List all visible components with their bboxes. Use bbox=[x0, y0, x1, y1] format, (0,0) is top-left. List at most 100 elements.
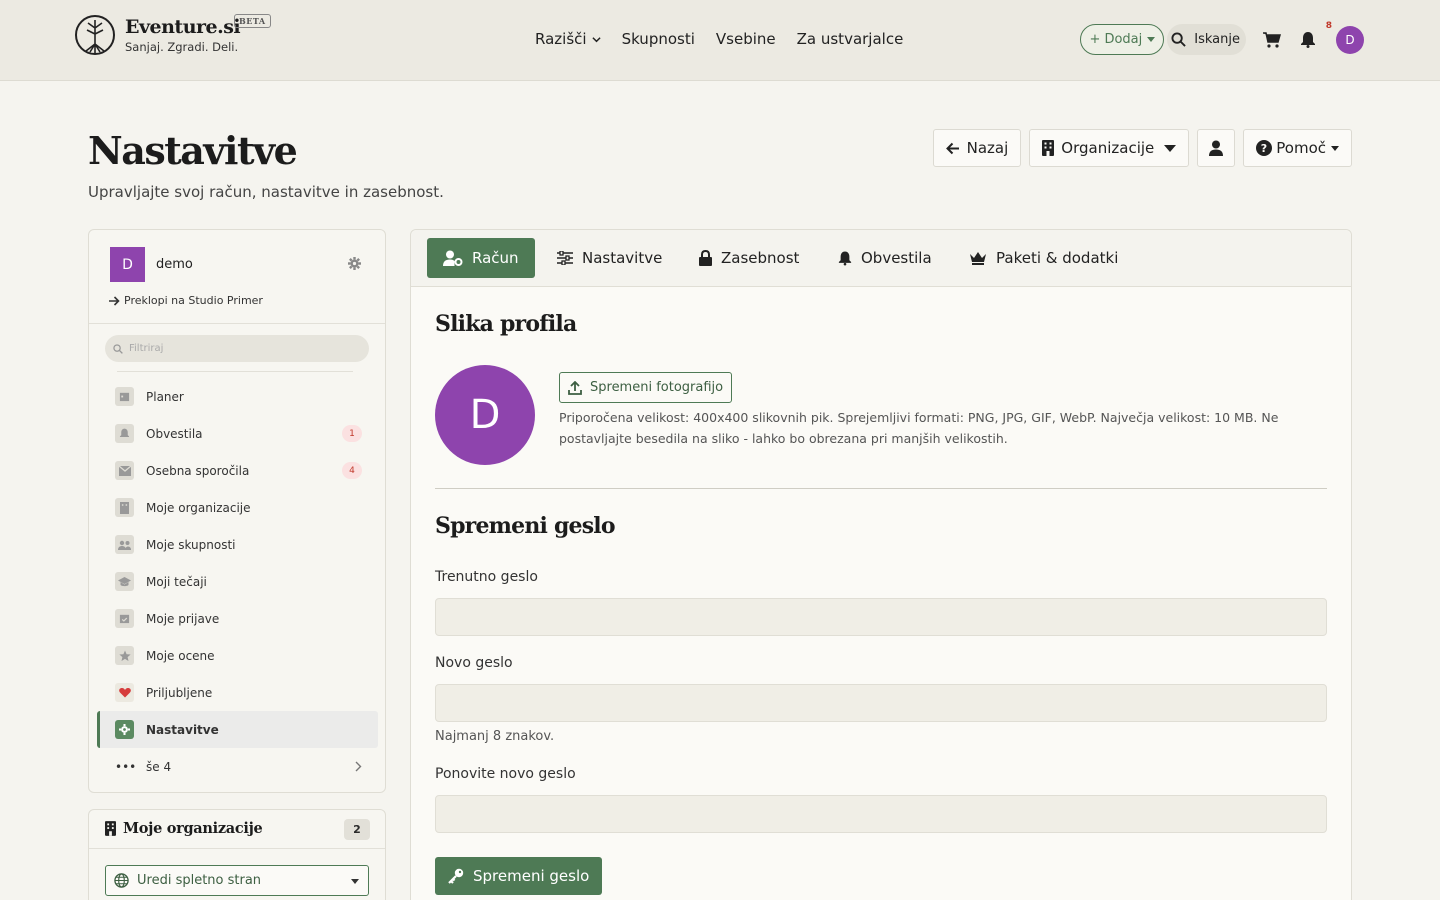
organizations-dropdown[interactable]: Organizacije bbox=[1029, 129, 1190, 167]
tab-preferences-label: Nastavitve bbox=[582, 249, 663, 267]
star-icon bbox=[115, 646, 134, 665]
tab-packages[interactable]: Paketi & dodatki bbox=[953, 238, 1134, 278]
sidebar-item-label: Moje organizacije bbox=[146, 500, 251, 515]
ellipsis-icon: ••• bbox=[115, 759, 137, 774]
back-label: Nazaj bbox=[966, 139, 1009, 157]
chevron-right-icon bbox=[355, 761, 362, 772]
help-label: Pomoč bbox=[1276, 139, 1326, 157]
search-label: Iskanje bbox=[1194, 32, 1240, 47]
search-button[interactable]: Iskanje bbox=[1167, 24, 1246, 55]
tab-packages-label: Paketi & dodatki bbox=[996, 249, 1119, 267]
user-icon bbox=[1209, 140, 1224, 156]
users-icon bbox=[115, 535, 134, 554]
org-card-title: Moje organizacije bbox=[123, 820, 263, 837]
sidebar-item-ratings[interactable]: Moje ocene bbox=[97, 637, 378, 674]
user-avatar[interactable]: D bbox=[1336, 25, 1364, 54]
add-button[interactable]: + Dodaj bbox=[1080, 24, 1165, 55]
sidebar-item-settings[interactable]: Nastavitve bbox=[97, 711, 378, 748]
nav-creators[interactable]: Za ustvarjalce bbox=[797, 30, 904, 48]
repeat-password-field[interactable] bbox=[435, 795, 1327, 833]
my-organizations-card: Moje organizacije 2 Uredi spletno stran bbox=[88, 809, 386, 900]
divider bbox=[435, 488, 1327, 489]
page-title: Nastavitve bbox=[88, 128, 298, 173]
settings-panel: Račun Nastavitve Zasebnost Obvestila Pak… bbox=[410, 229, 1352, 900]
bell-icon bbox=[838, 251, 852, 266]
graduation-cap-icon bbox=[115, 572, 134, 591]
gear-icon[interactable] bbox=[348, 257, 361, 270]
change-photo-button[interactable]: Spremeni fotografijo bbox=[559, 372, 733, 403]
sidebar-filter-input[interactable]: Filtriraj bbox=[105, 335, 369, 362]
tab-preferences[interactable]: Nastavitve bbox=[541, 238, 678, 278]
repeat-password-label: Ponovite novo geslo bbox=[435, 766, 576, 782]
sliders-icon bbox=[557, 251, 573, 265]
sidebar-item-registrations[interactable]: Moje prijave bbox=[97, 600, 378, 637]
sidebar-item-label: Nastavitve bbox=[146, 722, 219, 737]
divider bbox=[89, 323, 385, 324]
switch-account-link[interactable]: Preklopi na Studio Primer bbox=[109, 294, 263, 307]
help-dropdown[interactable]: ? Pomoč bbox=[1243, 129, 1352, 167]
caret-down-icon bbox=[1164, 144, 1177, 152]
logo[interactable]: Eventure.si Sanjaj. Zgradi. Deli. BETA bbox=[74, 14, 271, 56]
new-password-label: Novo geslo bbox=[435, 655, 513, 671]
caret-down-icon bbox=[1331, 145, 1339, 151]
calendar-icon bbox=[115, 387, 134, 406]
organization-select[interactable]: Uredi spletno stran bbox=[105, 865, 369, 896]
tab-notifications[interactable]: Obvestila bbox=[822, 238, 948, 278]
building-icon bbox=[115, 498, 134, 517]
change-photo-label: Spremeni fotografijo bbox=[590, 380, 724, 395]
tab-account-label: Račun bbox=[472, 249, 519, 267]
tab-privacy[interactable]: Zasebnost bbox=[683, 238, 815, 278]
switch-account-label: Preklopi na Studio Primer bbox=[124, 294, 263, 307]
tab-privacy-label: Zasebnost bbox=[721, 249, 800, 267]
beta-badge: BETA bbox=[234, 14, 271, 28]
new-password-field[interactable] bbox=[435, 684, 1327, 722]
sidebar-item-planner[interactable]: Planer bbox=[97, 378, 378, 415]
sidebar-item-label: Moje ocene bbox=[146, 648, 215, 663]
cart-button[interactable] bbox=[1263, 31, 1281, 48]
sidebar-item-label: Moje skupnosti bbox=[146, 537, 236, 552]
main-nav: Razišči Skupnosti Vsebine Za ustvarjalce bbox=[535, 30, 924, 48]
settings-tabs: Račun Nastavitve Zasebnost Obvestila Pak… bbox=[411, 230, 1351, 287]
sidebar-item-courses[interactable]: Moji tečaji bbox=[97, 563, 378, 600]
nav-explore[interactable]: Razišči bbox=[535, 30, 601, 48]
profile-button[interactable] bbox=[1197, 129, 1236, 167]
sidebar-user-name: demo bbox=[156, 257, 193, 272]
change-password-button[interactable]: Spremeni geslo bbox=[435, 857, 603, 895]
question-circle-icon: ? bbox=[1256, 140, 1273, 156]
nav-content[interactable]: Vsebine bbox=[716, 30, 776, 48]
top-navigation-bar: Eventure.si Sanjaj. Zgradi. Deli. BETA R… bbox=[0, 0, 1440, 81]
back-button[interactable]: Nazaj bbox=[932, 129, 1022, 167]
organizations-label: Organizacije bbox=[1061, 139, 1155, 157]
notifications-button[interactable]: 8 bbox=[1300, 21, 1332, 48]
upload-icon bbox=[568, 380, 582, 395]
sidebar-user[interactable]: D demo bbox=[110, 247, 193, 282]
arrow-left-icon bbox=[945, 142, 959, 154]
current-password-field[interactable] bbox=[435, 598, 1327, 636]
sidebar-item-label: Priljubljene bbox=[146, 685, 213, 700]
sidebar-item-communities[interactable]: Moje skupnosti bbox=[97, 526, 378, 563]
sidebar-more-toggle[interactable]: ••• še 4 bbox=[97, 748, 378, 785]
key-icon bbox=[448, 868, 464, 884]
filter-placeholder: Filtriraj bbox=[129, 343, 164, 354]
sidebar-item-label: Moji tečaji bbox=[146, 574, 207, 589]
sidebar-item-messages[interactable]: Osebna sporočila 4 bbox=[97, 452, 378, 489]
caret-down-icon bbox=[1147, 37, 1156, 42]
sidebar-item-favorites[interactable]: Priljubljene bbox=[97, 674, 378, 711]
tab-account[interactable]: Račun bbox=[427, 238, 535, 278]
sidebar-item-notifications[interactable]: Obvestila 1 bbox=[97, 415, 378, 452]
page-subtitle: Upravljajte svoj račun, nastavitve in za… bbox=[88, 183, 444, 201]
search-icon bbox=[113, 343, 123, 354]
divider bbox=[89, 848, 385, 849]
building-icon bbox=[1042, 140, 1055, 156]
lock-icon bbox=[699, 250, 712, 266]
tree-logo-icon bbox=[75, 15, 115, 55]
nav-communities[interactable]: Skupnosti bbox=[622, 30, 695, 48]
sidebar-item-organizations[interactable]: Moje organizacije bbox=[97, 489, 378, 526]
change-password-label: Spremeni geslo bbox=[473, 867, 590, 885]
calendar-check-icon bbox=[115, 609, 134, 628]
envelope-icon bbox=[115, 461, 134, 480]
arrow-right-icon bbox=[109, 295, 120, 306]
svg-text:?: ? bbox=[1261, 142, 1267, 155]
heart-icon bbox=[115, 683, 134, 702]
tab-notifications-label: Obvestila bbox=[861, 249, 932, 267]
